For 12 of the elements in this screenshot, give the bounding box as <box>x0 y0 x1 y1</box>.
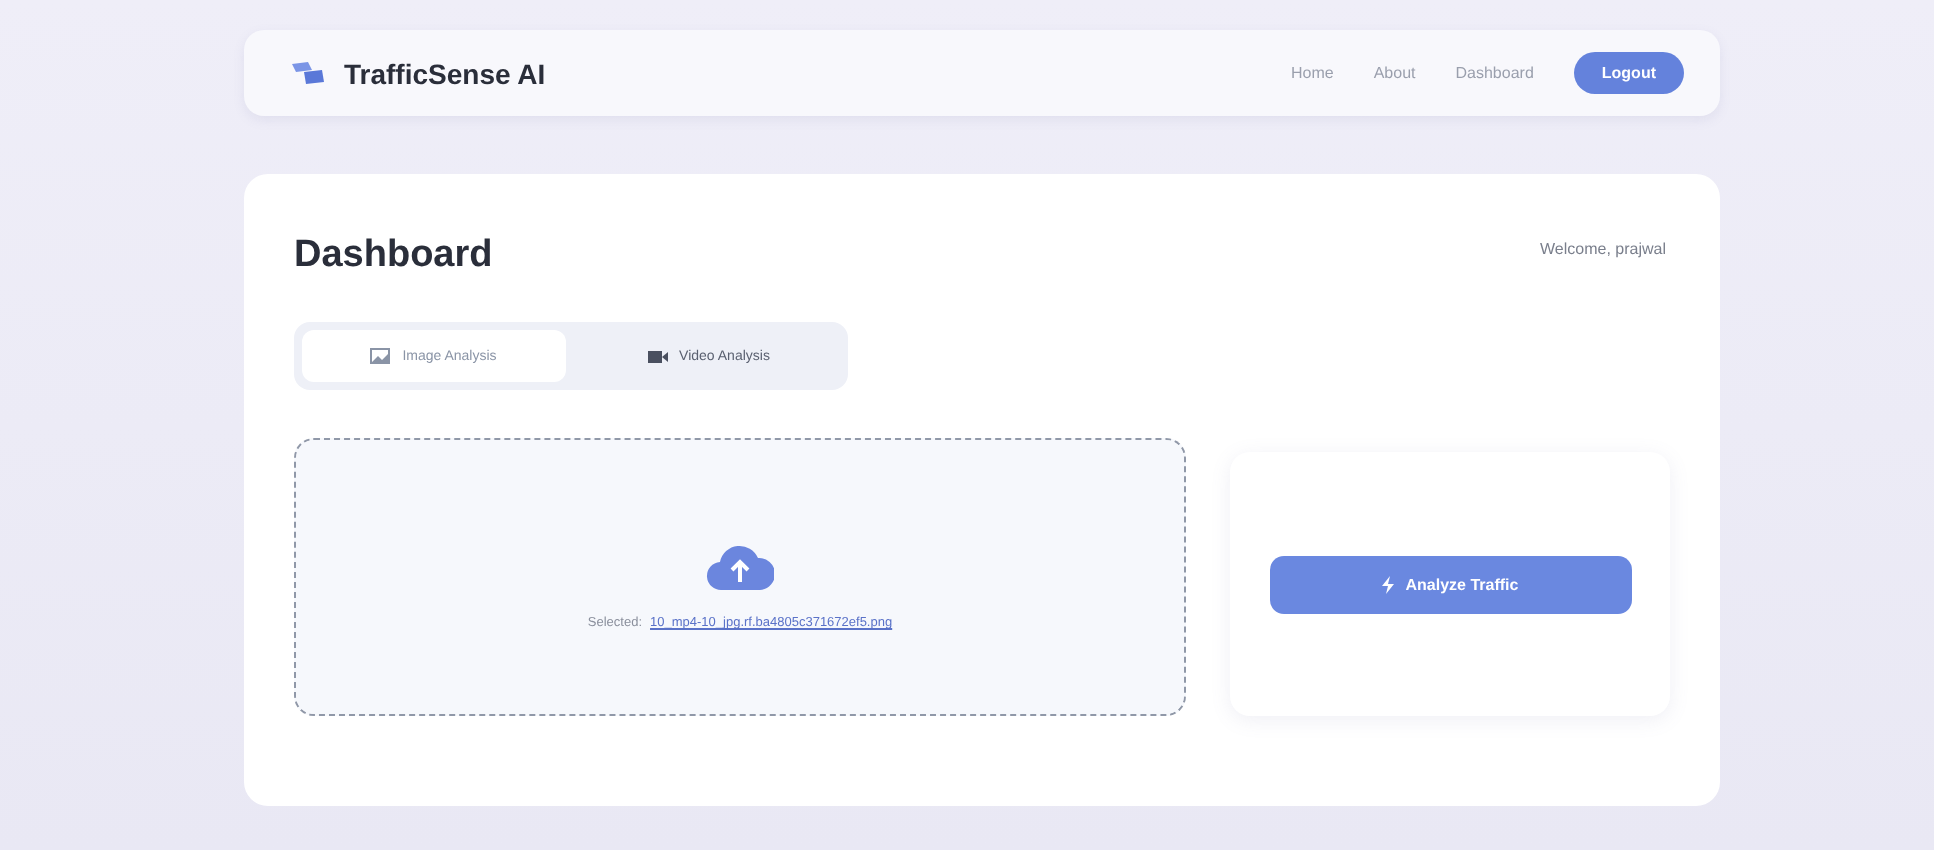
image-icon <box>370 348 391 364</box>
logout-button[interactable]: Logout <box>1573 52 1684 94</box>
lightning-icon <box>1381 575 1394 593</box>
nav-link[interactable]: About <box>1373 64 1416 82</box>
page-title: Dashboard <box>294 234 493 278</box>
cloud-upload-icon <box>706 540 774 592</box>
nav-link[interactable]: Dashboard <box>1455 64 1534 82</box>
welcome-text: Welcome, prajwal <box>1540 239 1666 257</box>
brand-name: TrafficSense AI <box>344 57 546 89</box>
analyze-button[interactable]: Analyze Traffic <box>1269 555 1631 613</box>
video-camera-icon <box>647 349 668 363</box>
nav-link[interactable]: Home <box>1291 64 1334 82</box>
